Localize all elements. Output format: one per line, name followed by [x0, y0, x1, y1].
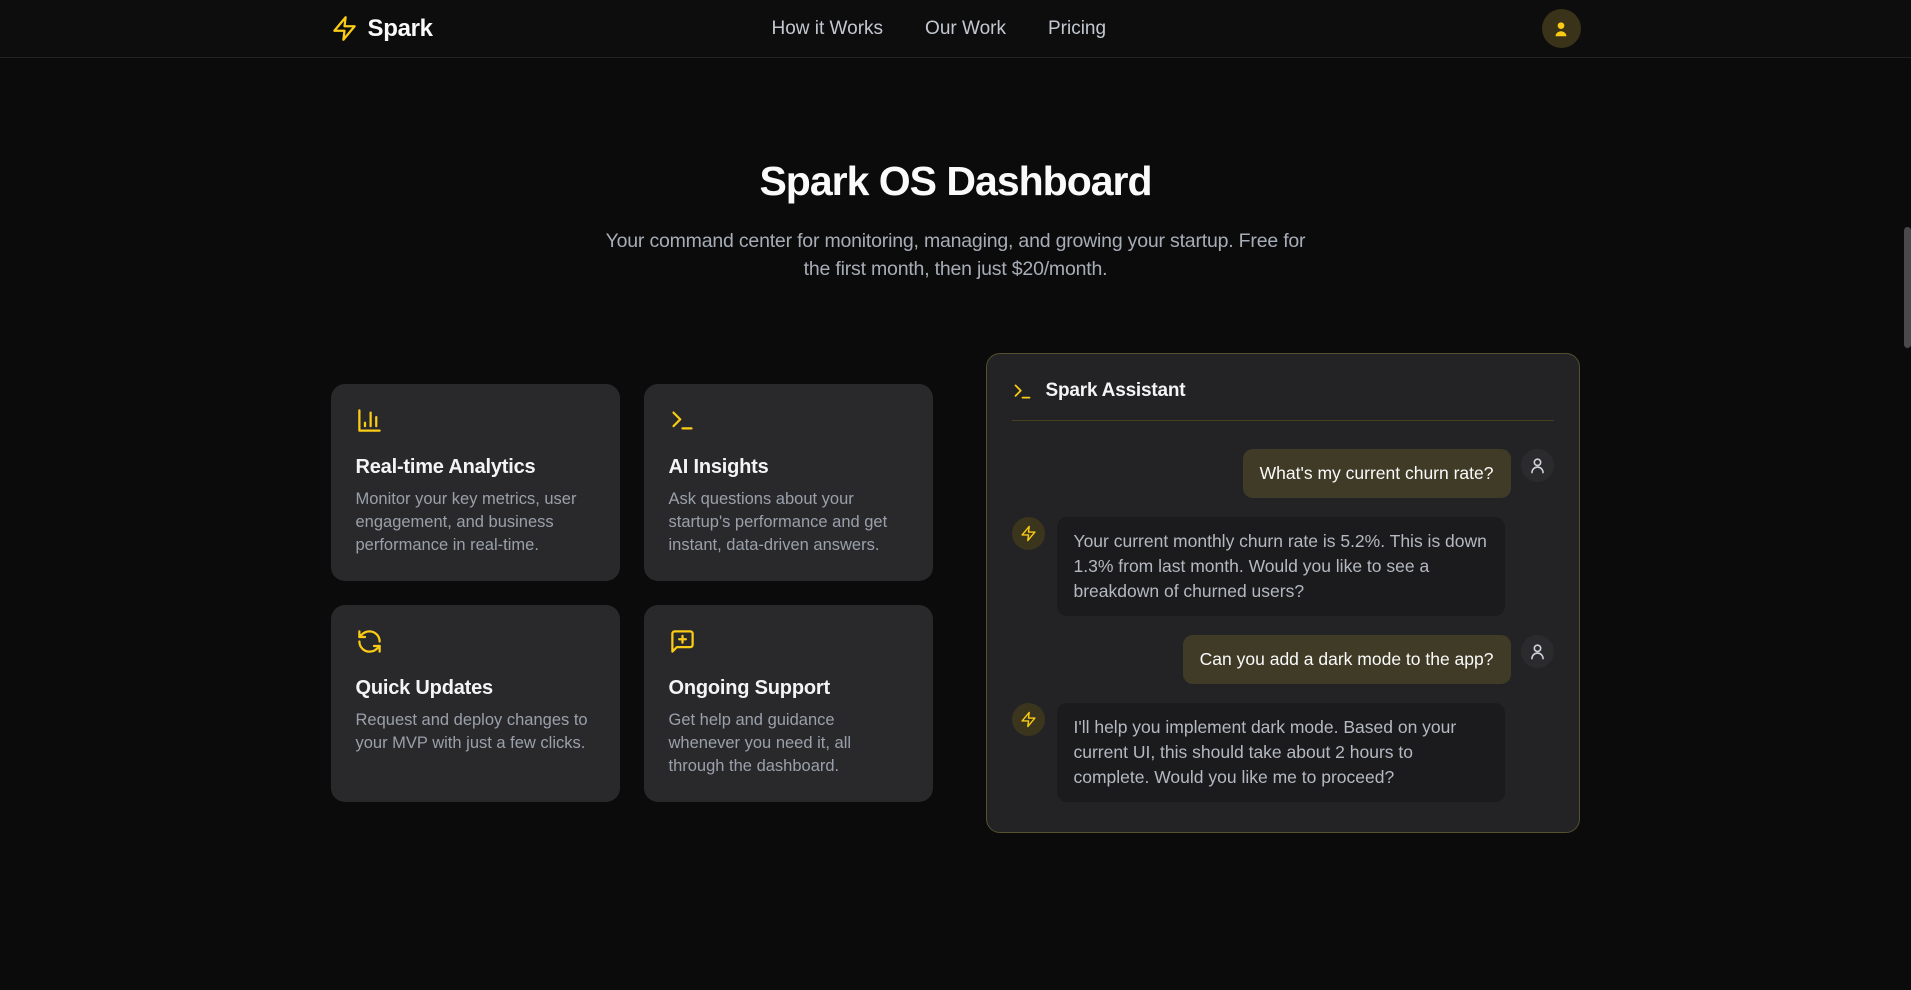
assistant-avatar [1012, 703, 1045, 736]
brand-name: Spark [368, 15, 433, 43]
feature-description: Request and deploy changes to your MVP w… [356, 709, 595, 755]
terminal-icon [1012, 381, 1033, 402]
account-avatar-button[interactable] [1542, 9, 1581, 48]
user-icon [1528, 642, 1547, 661]
nav-link-our-work[interactable]: Our Work [925, 18, 1006, 40]
zap-icon [1020, 525, 1037, 542]
assistant-header: Spark Assistant [1012, 354, 1554, 421]
chat-messages: What's my current churn rate? Your curre… [987, 421, 1579, 832]
assistant-avatar [1012, 517, 1045, 550]
user-avatar [1521, 449, 1554, 482]
chat-message-user: What's my current churn rate? [1012, 449, 1554, 498]
message-square-plus-icon [669, 628, 908, 655]
feature-title: AI Insights [669, 456, 908, 479]
brand-logo[interactable]: Spark [331, 15, 433, 43]
user-icon [1528, 456, 1547, 475]
spark-zap-icon [331, 15, 358, 42]
feature-card-ongoing-support: Ongoing Support Get help and guidance wh… [644, 605, 933, 802]
chat-message-assistant: I'll help you implement dark mode. Based… [1012, 703, 1554, 802]
feature-description: Monitor your key metrics, user engagemen… [356, 488, 595, 557]
assistant-message-bubble: I'll help you implement dark mode. Based… [1057, 703, 1505, 802]
feature-card-ai-insights: AI Insights Ask questions about your sta… [644, 384, 933, 581]
terminal-icon [669, 407, 908, 434]
spark-assistant-panel: Spark Assistant What's my current churn … [986, 353, 1580, 833]
user-message-bubble: Can you add a dark mode to the app? [1183, 635, 1511, 684]
bar-chart-icon [356, 407, 595, 434]
feature-description: Ask questions about your startup's perfo… [669, 488, 908, 557]
feature-card-realtime-analytics: Real-time Analytics Monitor your key met… [331, 384, 620, 581]
user-avatar [1521, 635, 1554, 668]
navbar: Spark How it Works Our Work Pricing [0, 0, 1911, 58]
chat-message-assistant: Your current monthly churn rate is 5.2%.… [1012, 517, 1554, 616]
feature-title: Ongoing Support [669, 677, 908, 700]
nav-link-how-it-works[interactable]: How it Works [771, 18, 883, 40]
main-nav: How it Works Our Work Pricing [771, 18, 1106, 40]
main-content: Real-time Analytics Monitor your key met… [331, 353, 1581, 833]
chat-message-user: Can you add a dark mode to the app? [1012, 635, 1554, 684]
user-message-bubble: What's my current churn rate? [1243, 449, 1511, 498]
feature-description: Get help and guidance whenever you need … [669, 709, 908, 778]
features-grid: Real-time Analytics Monitor your key met… [331, 384, 933, 802]
user-filled-icon [1551, 19, 1571, 39]
page-title: Spark OS Dashboard [0, 158, 1911, 205]
scrollbar-thumb[interactable] [1904, 227, 1911, 348]
navbar-inner: Spark How it Works Our Work Pricing [331, 0, 1581, 57]
feature-card-quick-updates: Quick Updates Request and deploy changes… [331, 605, 620, 802]
zap-icon [1020, 711, 1037, 728]
assistant-message-bubble: Your current monthly churn rate is 5.2%.… [1057, 517, 1505, 616]
nav-link-pricing[interactable]: Pricing [1048, 18, 1106, 40]
hero-section: Spark OS Dashboard Your command center f… [0, 158, 1911, 283]
scrollbar-track[interactable] [1903, 0, 1911, 990]
assistant-title: Spark Assistant [1046, 380, 1186, 402]
refresh-icon [356, 628, 595, 655]
feature-title: Quick Updates [356, 677, 595, 700]
hero-subtitle: Your command center for monitoring, mana… [606, 227, 1306, 283]
feature-title: Real-time Analytics [356, 456, 595, 479]
